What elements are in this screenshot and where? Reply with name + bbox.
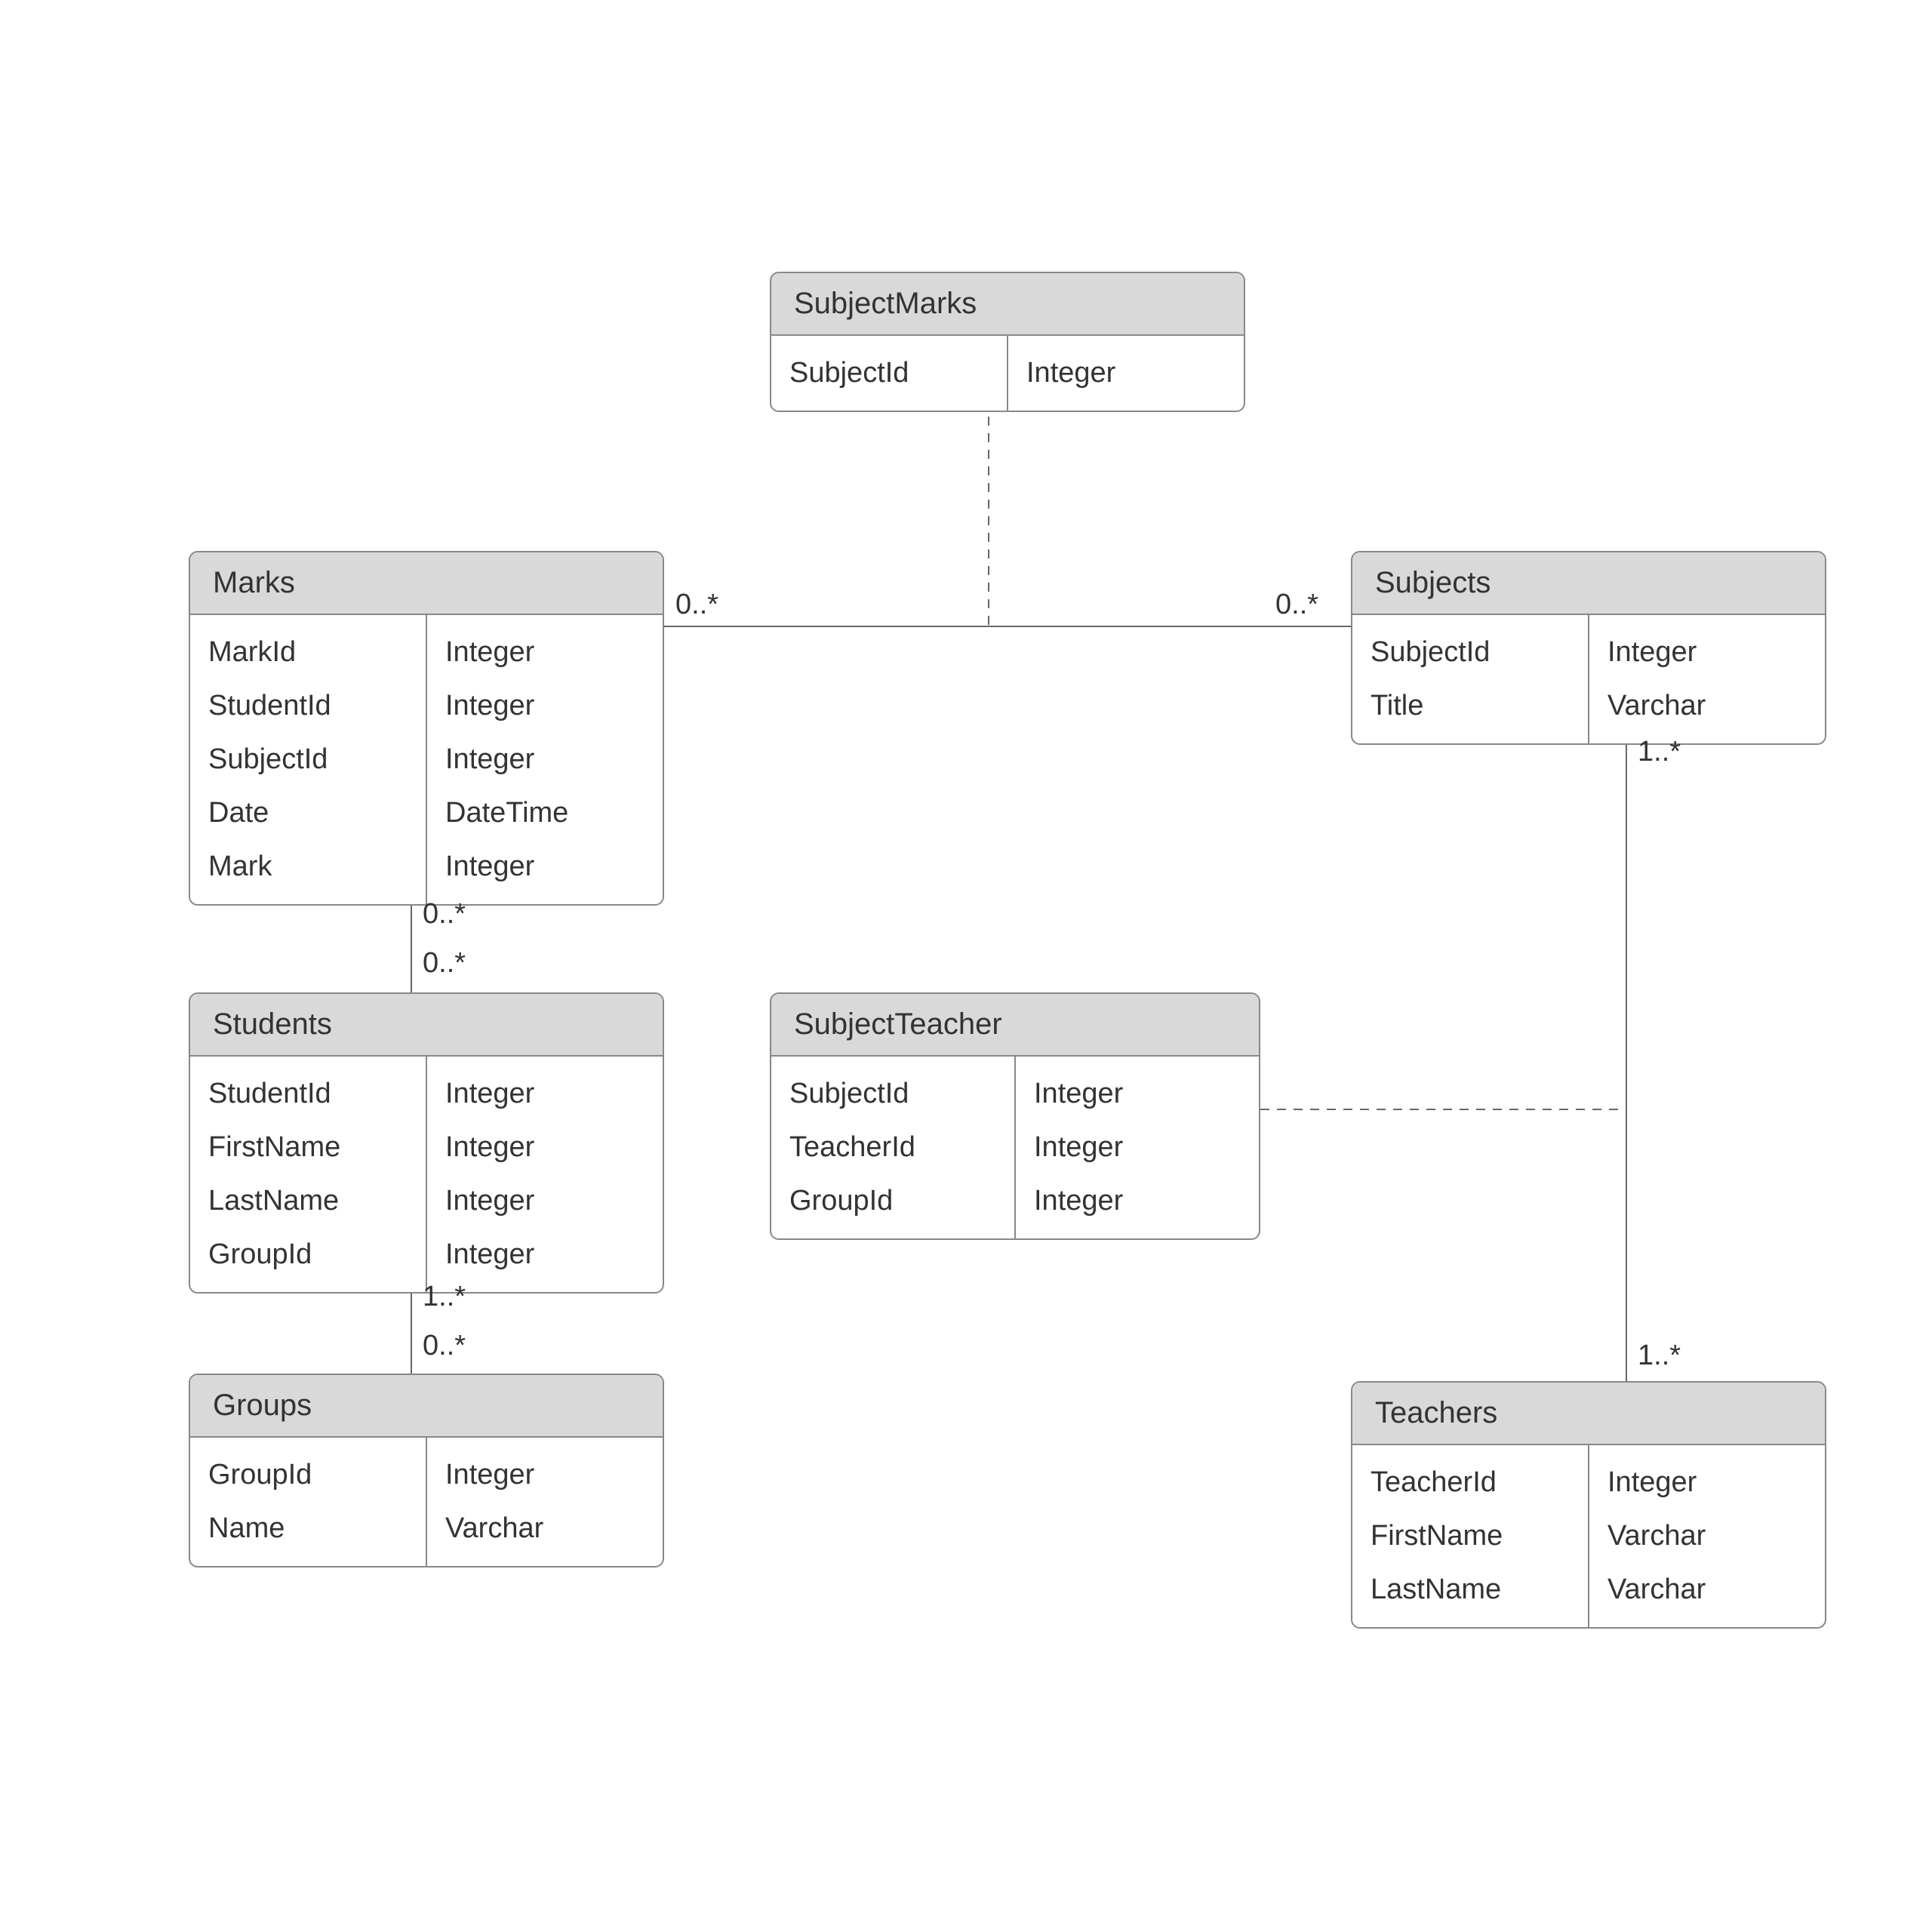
field-type: Varchar [1607,1563,1807,1617]
field-name: SubjectId [1371,626,1570,679]
field-type: Integer [1607,1456,1807,1509]
cardinality-label: 0..* [1275,589,1318,621]
field-type: Varchar [445,1502,645,1555]
field-type: DateTime [445,786,645,840]
cardinality-label: 0..* [423,898,466,931]
entity-header: SubjectTeacher [771,994,1259,1057]
cardinality-label: 1..* [423,1281,466,1313]
field-type: Varchar [1607,679,1807,733]
entity-header: Marks [190,552,663,615]
field-name: MarkId [208,626,408,679]
field-name: SubjectId [789,1067,996,1121]
field-name: LastName [1371,1563,1570,1617]
entity-teachers: Teachers TeacherId FirstName LastName In… [1351,1381,1826,1629]
field-name: Title [1371,679,1570,733]
field-type: Integer [1607,626,1807,679]
entity-header: Groups [190,1375,663,1438]
entity-subjectmarks: SubjectMarks SubjectId Integer [770,272,1245,412]
field-type: Integer [445,626,645,679]
entity-header: Teachers [1352,1383,1825,1445]
field-name: LastName [208,1174,408,1228]
field-type: Integer [1034,1121,1241,1174]
field-type: Integer [445,1067,645,1121]
field-name: TeacherId [789,1121,996,1174]
field-name: StudentId [208,679,408,733]
field-name: FirstName [1371,1509,1570,1563]
cardinality-label: 0..* [675,589,718,621]
field-type: Varchar [1607,1509,1807,1563]
field-name: TeacherId [1371,1456,1570,1509]
field-type: Integer [1034,1174,1241,1228]
field-name: GroupId [208,1448,408,1502]
field-name: Name [208,1502,408,1555]
field-name: GroupId [789,1174,996,1228]
field-name: SubjectId [208,733,408,786]
field-type: Integer [445,1174,645,1228]
field-type: Integer [445,1228,645,1281]
entity-groups: Groups GroupId Name Integer Varchar [189,1374,664,1567]
entity-header: SubjectMarks [771,273,1244,336]
field-type: Integer [445,1448,645,1502]
field-type: Integer [445,733,645,786]
field-name: StudentId [208,1067,408,1121]
cardinality-label: 1..* [1638,736,1681,768]
entity-students: Students StudentId FirstName LastName Gr… [189,992,664,1294]
field-name: GroupId [208,1228,408,1281]
field-type: Integer [445,840,645,894]
entity-marks: Marks MarkId StudentId SubjectId Date Ma… [189,551,664,906]
cardinality-label: 0..* [423,1330,466,1362]
field-name: Date [208,786,408,840]
entity-subjects: Subjects SubjectId Title Integer Varchar [1351,551,1826,745]
field-name: Mark [208,840,408,894]
field-type: Integer [1034,1067,1241,1121]
field-name: FirstName [208,1121,408,1174]
field-name: SubjectId [789,346,989,400]
cardinality-label: 0..* [423,947,466,980]
field-type: Integer [1026,346,1226,400]
field-type: Integer [445,1121,645,1174]
cardinality-label: 1..* [1638,1340,1681,1372]
entity-header: Subjects [1352,552,1825,615]
entity-header: Students [190,994,663,1057]
field-type: Integer [445,679,645,733]
entity-subjectteacher: SubjectTeacher SubjectId TeacherId Group… [770,992,1260,1240]
